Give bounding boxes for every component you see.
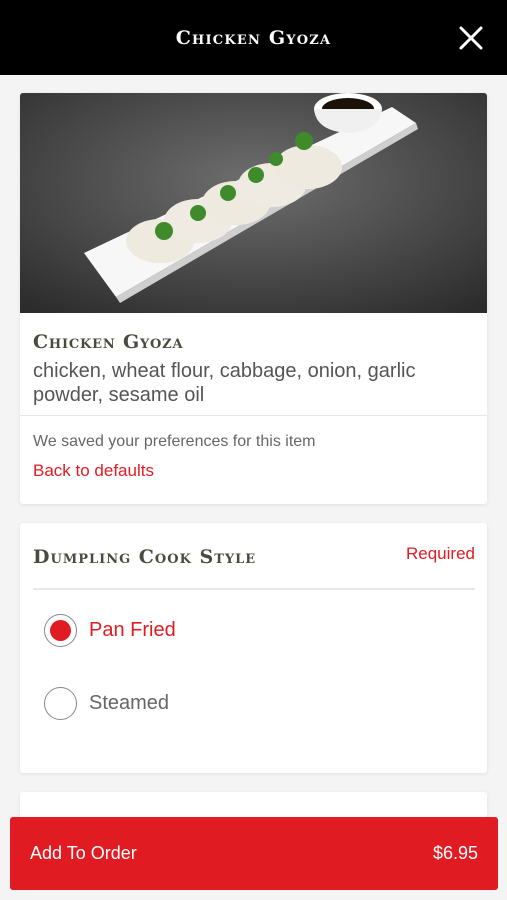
radio-selected[interactable] [44, 614, 77, 647]
radio-unselected[interactable] [44, 687, 77, 720]
header-bar: Chicken Gyoza [0, 0, 507, 75]
page-title: Chicken Gyoza [175, 26, 332, 49]
preferences-note: We saved your preferences for this item [33, 433, 316, 450]
option-label: Pan Fried [89, 619, 176, 641]
add-to-order-label: Add To Order [30, 843, 137, 863]
price-label: $6.95 [432, 843, 478, 863]
add-to-order-button[interactable]: Add To Order $6.95 [10, 817, 498, 890]
radio-dot [50, 620, 71, 641]
required-badge: Required [406, 544, 475, 563]
item-name: Chicken Gyoza [33, 331, 184, 353]
option-label: Steamed [89, 692, 170, 714]
item-card: Chicken Gyoza chicken, wheat flour, cabb… [20, 93, 487, 504]
back-to-defaults-link[interactable]: Back to defaults [33, 461, 154, 481]
option-pan-fried[interactable]: Pan Fried [44, 614, 176, 647]
cook-style-card: Dumpling Cook Style Required Pan Fried S… [20, 523, 487, 773]
item-description: chicken, wheat flour, cabbage, onion, ga… [33, 360, 416, 406]
divider [33, 588, 475, 590]
divider [20, 415, 487, 416]
item-photo [20, 93, 487, 313]
close-icon[interactable] [457, 24, 485, 52]
option-group-title: Dumpling Cook Style [33, 546, 257, 568]
option-steamed[interactable]: Steamed [44, 687, 169, 720]
